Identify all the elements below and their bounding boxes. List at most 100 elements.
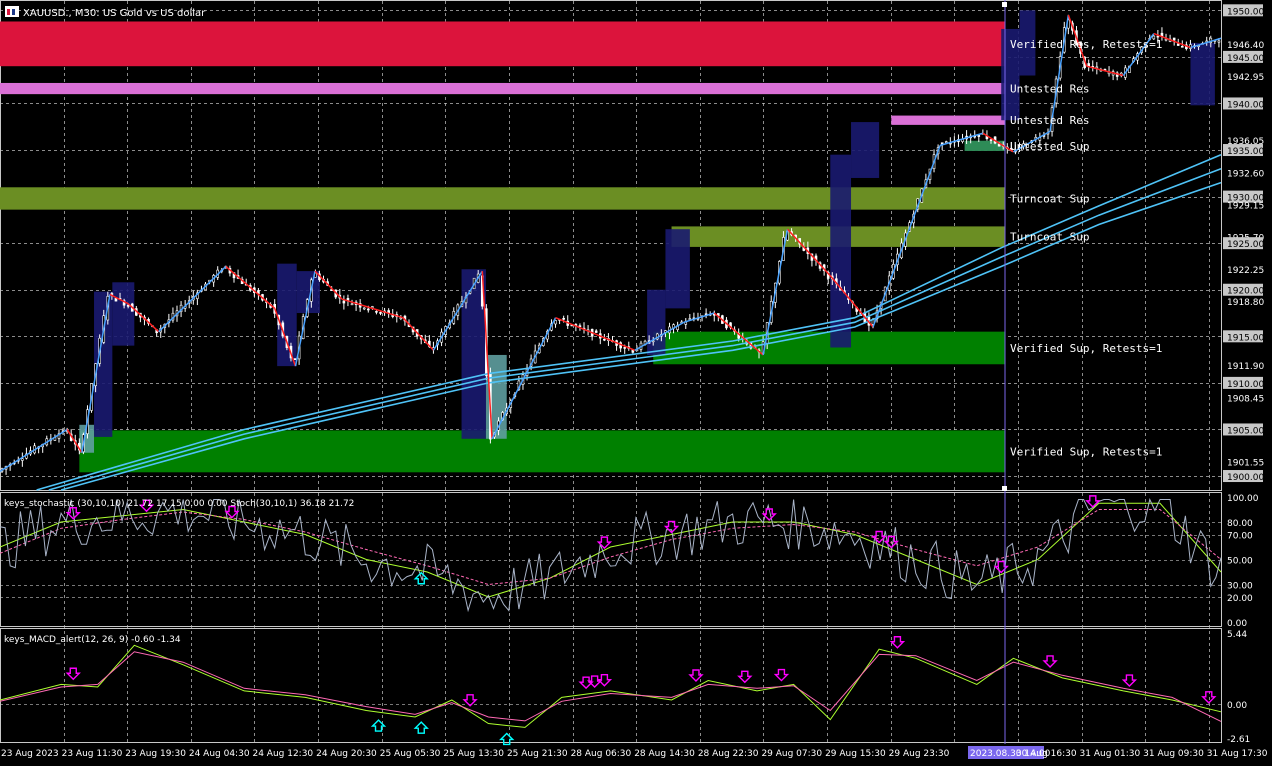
price-axis-label: 1946.40 [1227, 41, 1264, 51]
price-axis-label: 1942.95 [1227, 73, 1264, 83]
chart-header: XAUUSD., M30: US Gold vs US dollar [5, 6, 206, 19]
time-axis-label: 29 Aug 23:30 [889, 749, 950, 759]
consolidation-box [112, 282, 135, 346]
macd-axis-label: 5.44 [1227, 630, 1247, 640]
price-axis-label: 1922.25 [1227, 266, 1264, 276]
price-axis-label: 1929.15 [1227, 202, 1264, 212]
zone-label: Untested Res [1010, 114, 1089, 127]
candle-body [346, 298, 350, 301]
price-axis-label: 1910.00 [1227, 380, 1264, 390]
time-axis-label: 31 Aug 09:30 [1143, 749, 1204, 759]
time-axis-label: 24 Aug 20:30 [316, 749, 377, 759]
price-axis-label: 1925.00 [1227, 240, 1264, 250]
zone-label: Verified Sup, Retests=1 [1010, 445, 1162, 458]
price-axis-label: 1940.00 [1227, 100, 1264, 110]
price-axis-label: 1935.00 [1227, 147, 1264, 157]
consolidation-box [277, 263, 297, 367]
candle-body [21, 458, 24, 461]
time-axis-label: 23 Aug 11:30 [62, 749, 123, 759]
candle-body [379, 312, 382, 314]
candle-body [114, 298, 118, 302]
candle-body [603, 338, 606, 341]
time-axis-label: 29 Aug 15:30 [825, 749, 886, 759]
stochastic-title: keys_stochastic (30,10,10) 21.72 17.15 0… [4, 499, 354, 509]
zone-label: Untested Sup [1010, 140, 1089, 153]
separator-handle-top[interactable] [1002, 2, 1007, 7]
time-axis-label: 31 Aug 01:30 [1080, 749, 1141, 759]
stochastic-axis-label: 70.00 [1227, 532, 1253, 542]
stochastic-axis-label: 80.00 [1227, 519, 1253, 529]
zone-zone_sup_verified [653, 331, 1005, 365]
zone-label: Verified Res, Retests=1 [1010, 38, 1162, 51]
time-axis-label: 28 Aug 22:30 [698, 749, 759, 759]
zone-label: Turncoat Sup [1010, 231, 1089, 244]
zone-zone_res_untested [891, 115, 1005, 125]
zone-label: Untested Res [1010, 83, 1089, 96]
candle-body [293, 358, 297, 361]
candle-body [594, 330, 598, 333]
stochastic-axis-label: 30.00 [1227, 582, 1253, 592]
stochastic-axis-label: 20.00 [1227, 594, 1253, 604]
price-axis-label: 1900.00 [1227, 473, 1264, 483]
candle-body [375, 311, 378, 313]
zone-zone_sup_turncoat [0, 187, 1005, 210]
time-axis-label: 30 Aug 16:30 [1016, 749, 1077, 759]
consolidation-box [851, 122, 880, 178]
candle-body [562, 317, 565, 320]
separator-handle-bottom[interactable] [1002, 486, 1007, 491]
candle-body [1181, 46, 1184, 48]
candle-body [578, 325, 582, 327]
time-axis-label: 28 Aug 14:30 [634, 749, 695, 759]
price-axis-label: 1932.60 [1227, 169, 1264, 179]
zone-zone_res_untested [0, 82, 1005, 95]
candle-body [554, 320, 557, 325]
consolidation-box [665, 229, 690, 309]
chart-icon-bar-2 [12, 9, 15, 15]
price-axis-label: 1920.00 [1227, 287, 1264, 297]
time-axis-label: 28 Aug 06:30 [571, 749, 632, 759]
candle-body [350, 303, 354, 306]
candle-body [366, 308, 370, 311]
time-axis-label: 24 Aug 12:30 [252, 749, 313, 759]
price-axis-label: 1918.80 [1227, 298, 1264, 308]
time-axis-label: 25 Aug 21:30 [507, 749, 568, 759]
consolidation-box [1190, 42, 1215, 106]
time-axis-label: 23 Aug 2023 [1, 749, 59, 759]
stochastic-axis-label: 100.00 [1227, 494, 1259, 504]
zone-label: Turncoat Sup [1010, 192, 1089, 205]
time-axis-label: 29 Aug 07:30 [761, 749, 822, 759]
price-axis-label: 1901.55 [1227, 459, 1264, 469]
time-axis-label: 23 Aug 19:30 [125, 749, 186, 759]
stochastic-axis-label: 50.00 [1227, 557, 1253, 567]
price-axis-label: 1945.00 [1227, 54, 1264, 64]
macd-title: keys_MACD_alert(12, 26, 9) -0.60 -1.34 [4, 635, 181, 645]
candle-body [1217, 40, 1221, 43]
chart-icon-bar-1 [7, 9, 10, 15]
candle-body [1172, 37, 1176, 41]
candle-body [342, 300, 346, 304]
candle-body [944, 141, 948, 143]
time-axis-label: 31 Aug 17:30 [1207, 749, 1268, 759]
candle-body [688, 318, 692, 320]
price-axis-label: 1905.00 [1227, 426, 1264, 436]
stochastic-axis-label: 0.00 [1227, 619, 1247, 629]
zone-label: Verified Sup, Retests=1 [1010, 342, 1162, 355]
candle-body [1095, 66, 1099, 69]
trading-chart[interactable]: Verified Res, Retests=1 Untested Res Untes… [0, 0, 1272, 762]
candle-body [989, 139, 993, 141]
price-axis-label: 1908.45 [1227, 394, 1264, 404]
price-axis-label: 1911.90 [1227, 362, 1264, 372]
price-axis-label: 1950.00 [1227, 7, 1264, 17]
macd-axis-label: 0.00 [1227, 701, 1247, 711]
price-axis-label: 1915.00 [1227, 333, 1264, 343]
candle-body [623, 347, 627, 349]
macd-axis-label: -2.61 [1227, 735, 1250, 745]
time-axis-label: 24 Aug 04:30 [189, 749, 250, 759]
candle-body [362, 307, 366, 310]
zone-zone_res_verified [0, 21, 1005, 67]
consolidation-box [647, 289, 666, 355]
time-axis-label: 25 Aug 05:30 [380, 749, 441, 759]
time-axis-label: 25 Aug 13:30 [443, 749, 504, 759]
candle-body [1176, 43, 1180, 46]
symbol-title: XAUUSD., M30: US Gold vs US dollar [23, 8, 206, 19]
